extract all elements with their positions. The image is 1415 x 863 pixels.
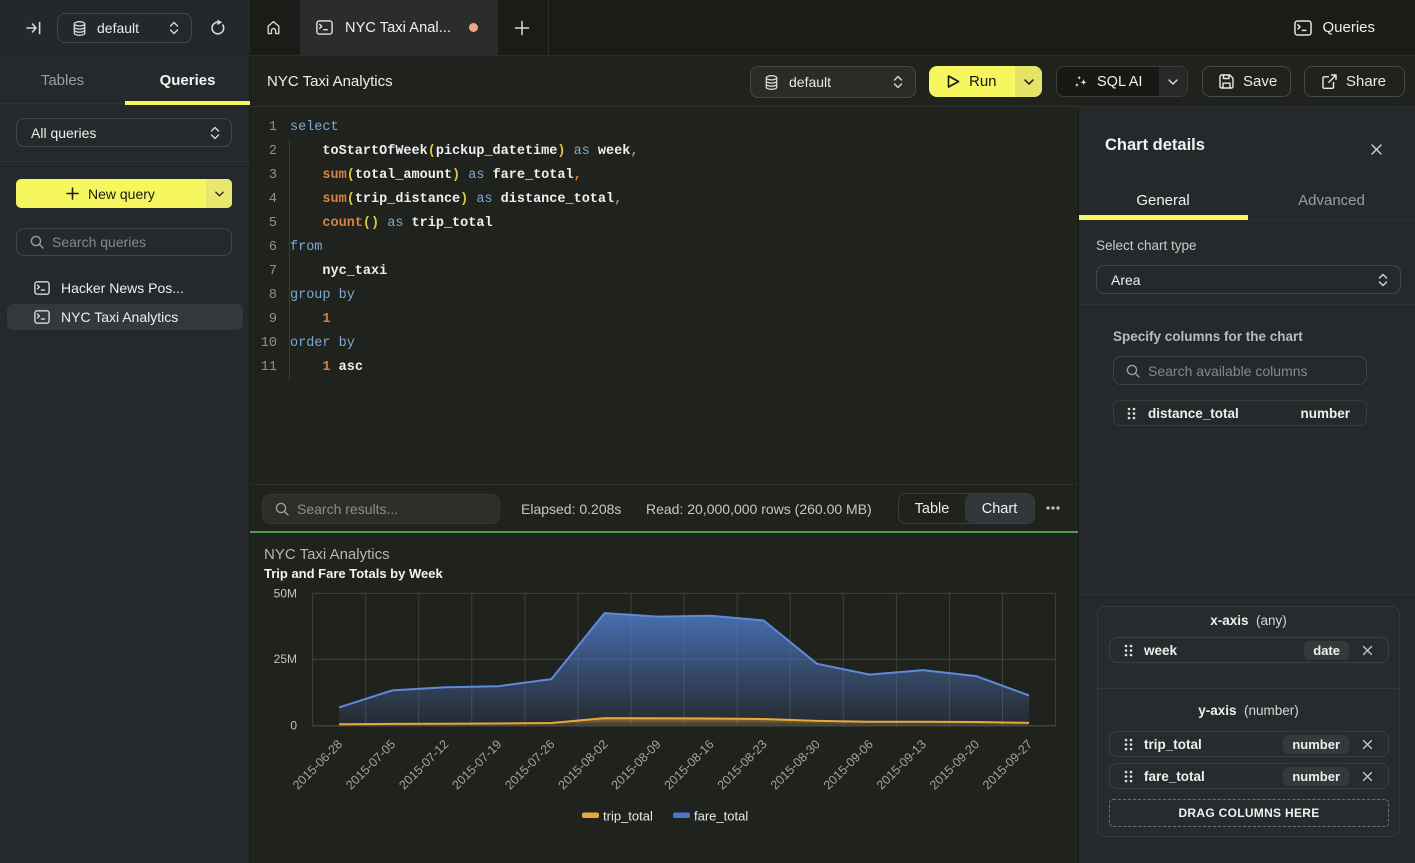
svg-text:2015-07-19: 2015-07-19: [449, 737, 504, 792]
svg-text:2015-09-27: 2015-09-27: [980, 737, 1035, 792]
svg-text:2015-08-02: 2015-08-02: [556, 737, 611, 792]
svg-text:25M: 25M: [274, 652, 297, 666]
svg-text:2015-09-20: 2015-09-20: [927, 737, 982, 792]
svg-text:2015-07-05: 2015-07-05: [343, 737, 398, 792]
svg-text:2015-08-23: 2015-08-23: [715, 737, 770, 792]
svg-text:0: 0: [290, 718, 297, 732]
svg-text:2015-09-13: 2015-09-13: [874, 737, 929, 792]
svg-text:2015-08-16: 2015-08-16: [662, 737, 717, 792]
svg-text:2015-08-09: 2015-08-09: [609, 737, 664, 792]
svg-text:50M: 50M: [274, 586, 297, 600]
svg-text:fare_total: fare_total: [694, 809, 748, 824]
svg-text:2015-08-30: 2015-08-30: [768, 737, 823, 792]
svg-text:2015-09-06: 2015-09-06: [821, 737, 876, 792]
svg-text:trip_total: trip_total: [603, 809, 653, 824]
svg-text:2015-07-12: 2015-07-12: [396, 737, 451, 792]
svg-text:2015-07-26: 2015-07-26: [502, 737, 557, 792]
svg-text:2015-06-28: 2015-06-28: [290, 737, 345, 792]
